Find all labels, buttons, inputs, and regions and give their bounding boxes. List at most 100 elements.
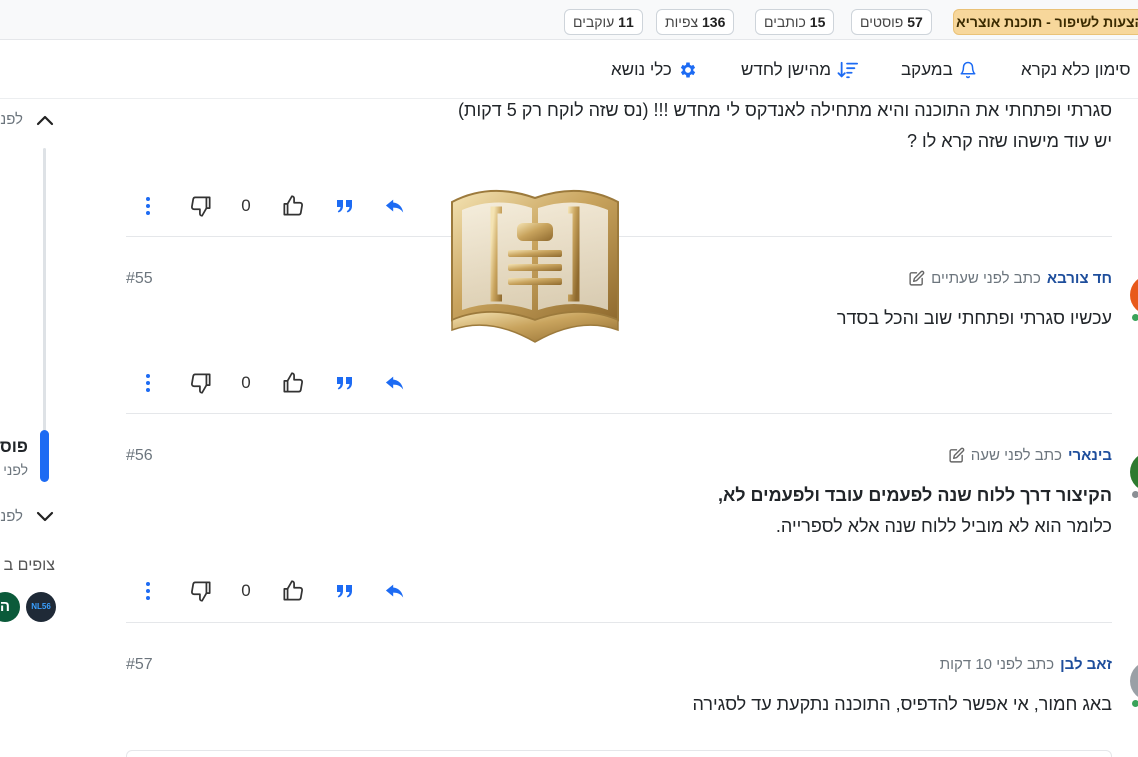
gear-icon [680, 62, 696, 78]
chevron-down-icon[interactable] [35, 509, 55, 525]
vote-count: 0 [241, 581, 251, 600]
post-content-line: עכשיו סגרתי ופתחתי שוב והכל בסדר [836, 308, 1112, 328]
thumbs-up-icon [283, 372, 303, 393]
tracking-button[interactable]: במעקב [901, 58, 977, 82]
reply-icon [385, 584, 404, 598]
post-actions: 0 [136, 368, 416, 398]
viewers-label: צופים ב [3, 557, 55, 574]
post-author[interactable]: חד צורבא [1047, 270, 1112, 287]
online-status-dot [1130, 698, 1138, 709]
downvote-button[interactable] [186, 191, 216, 221]
post-time[interactable]: כתב לפני שעתיים [931, 270, 1041, 287]
viewer-avatar-letter: ה [0, 598, 11, 615]
views-count-pill: 136 צפיות [656, 9, 735, 35]
post-content-line: כלומר הוא לא מוביל ללוח שנה אלא לספרייה. [775, 516, 1112, 536]
post-time[interactable]: כתב לפני שעה [971, 447, 1062, 464]
post-divider [126, 622, 1112, 623]
sort-order-label: מהישן לחדש [741, 60, 832, 79]
posts-count-pill: 57 פוסטים [851, 9, 932, 35]
reply-icon [385, 376, 404, 390]
timeline-current-date: לפני [3, 462, 28, 478]
more-vertical-icon [146, 197, 150, 215]
avatar[interactable] [1130, 452, 1138, 492]
thumbs-down-icon [191, 581, 211, 602]
followers-label: עוקבים [573, 14, 615, 30]
more-options-button[interactable] [136, 191, 160, 221]
upvote-button[interactable] [278, 368, 308, 398]
thumbs-up-icon [283, 580, 303, 601]
post-author[interactable]: זאב לבן [1060, 656, 1112, 673]
quote-button[interactable] [332, 368, 358, 398]
bell-icon [960, 61, 976, 79]
post-content-bold-line: הקיצור דרך ללוח שנה לפעמים עובד ולפעמים … [717, 485, 1112, 505]
post-number[interactable]: #56 [126, 447, 153, 465]
edit-icon[interactable] [908, 270, 925, 287]
viewer-avatar-letter: NL56 [31, 602, 51, 611]
timeline-current-title: פוס [0, 437, 28, 456]
quote-icon [337, 377, 352, 390]
quote-icon [337, 200, 352, 213]
viewer-avatar[interactable]: ה [0, 592, 20, 622]
timeline-bottom-label: לפנ [0, 508, 23, 525]
downvote-button[interactable] [186, 576, 216, 606]
timeline-handle[interactable] [40, 430, 49, 482]
mark-unread-button[interactable]: סימון כלא נקרא [1021, 58, 1131, 82]
viewer-avatar[interactable]: NL56 [26, 592, 56, 622]
more-options-button[interactable] [136, 368, 160, 398]
downvote-button[interactable] [186, 368, 216, 398]
topic-tools-button[interactable]: כלי נושא [611, 58, 698, 82]
thumbs-down-icon [191, 373, 211, 394]
post-author[interactable]: בינארי [1068, 447, 1112, 464]
timeline-track[interactable] [43, 148, 46, 478]
chevron-up-icon[interactable] [35, 112, 55, 128]
vote-count: 0 [241, 373, 251, 392]
more-vertical-icon [146, 582, 150, 600]
writers-count: 15 [809, 14, 826, 30]
edit-icon[interactable] [948, 447, 965, 464]
mark-unread-label: סימון כלא נקרא [1021, 60, 1131, 79]
post-content-line: יש עוד מישהו שזה קרא לו ? [907, 131, 1112, 151]
reply-composer-edge [126, 750, 1112, 757]
upvote-button[interactable] [278, 191, 308, 221]
followers-count-pill: 11 עוקבים [564, 9, 643, 35]
post-actions: 0 [136, 576, 416, 606]
post-divider [126, 413, 1112, 414]
topic-stats-bar: הצעות לשיפור - תוכנת אוצריא 57 פוסטים 15… [0, 0, 1138, 40]
topic-toolbar: סימון כלא נקרא במעקב מהישן לחדש כלי נושא [0, 41, 1138, 99]
writers-label: כותבים [764, 14, 806, 30]
post-number[interactable]: #57 [126, 656, 153, 674]
reply-button[interactable] [382, 191, 408, 221]
quote-icon [337, 585, 352, 598]
reply-button[interactable] [382, 368, 408, 398]
sort-order-button[interactable]: מהישן לחדש [741, 58, 859, 82]
reply-button[interactable] [382, 576, 408, 606]
online-status-dot [1130, 312, 1138, 323]
topic-title: הצעות לשיפור - תוכנת אוצריא [956, 14, 1138, 30]
more-vertical-icon [146, 374, 150, 392]
quote-button[interactable] [332, 576, 358, 606]
post-meta: חד צורבא כתב לפני שעתיים [908, 270, 1112, 287]
thumbs-up-icon [283, 195, 303, 216]
topic-title-badge[interactable]: הצעות לשיפור - תוכנת אוצריא [953, 9, 1138, 35]
sort-icon [837, 61, 859, 79]
topic-tools-label: כלי נושא [611, 60, 672, 79]
views-count: 136 [702, 14, 726, 30]
posts-label: פוסטים [860, 14, 904, 30]
post-meta: זאב לבן כתב לפני 10 דקות [940, 656, 1112, 673]
posts-count: 57 [907, 14, 923, 30]
avatar[interactable] [1130, 275, 1138, 315]
writers-count-pill: 15 כותבים [755, 9, 835, 35]
avatar[interactable] [1130, 661, 1138, 701]
views-label: צפיות [665, 14, 699, 30]
book-logo-icon [451, 189, 619, 343]
tracking-label: במעקב [901, 60, 953, 79]
post-number[interactable]: #55 [126, 270, 153, 288]
quote-button[interactable] [332, 191, 358, 221]
post-time[interactable]: כתב לפני 10 דקות [940, 656, 1054, 673]
post-meta: בינארי כתב לפני שעה [948, 447, 1112, 464]
timeline-top-label: לפני [0, 111, 23, 128]
reply-icon [385, 199, 404, 213]
more-options-button[interactable] [136, 576, 160, 606]
thumbs-down-icon [191, 196, 211, 217]
upvote-button[interactable] [278, 576, 308, 606]
